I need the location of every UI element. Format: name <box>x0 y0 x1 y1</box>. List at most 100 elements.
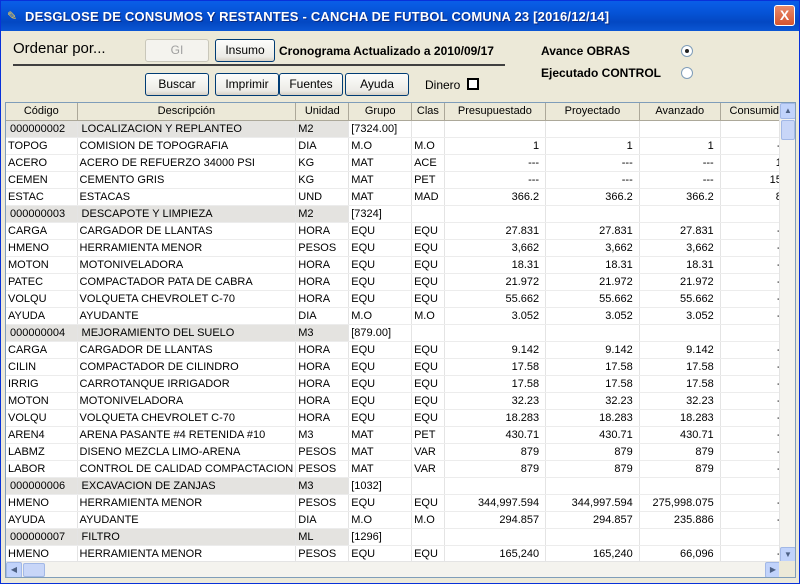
cell-proyectado: 3,662 <box>545 239 640 257</box>
cell-avanzado: 366.2 <box>639 188 721 206</box>
col-header-descripcion[interactable]: Descripción <box>77 103 297 121</box>
col-header-clas[interactable]: Clas <box>411 103 445 121</box>
cell-codigo: AREN4 <box>6 426 78 444</box>
avance-label: Avance OBRAS <box>541 44 630 58</box>
arrow-left-icon[interactable]: ◀ <box>6 562 22 577</box>
table-row[interactable]: ESTACESTACASUNDMATMAD366.2366.2366.280 <box>6 188 795 206</box>
cell-unidad: DIA <box>295 307 350 325</box>
group-row[interactable]: 000000007 FILTRO ML [1296] <box>6 528 795 546</box>
group-row[interactable]: 000000003 DESCAPOTE Y LIMPIEZA M2 [7324] <box>6 205 795 223</box>
ayuda-button[interactable]: Ayuda <box>345 73 409 96</box>
consumption-grid[interactable]: Código Descripción Unidad Grupo Clas Pre… <box>5 102 796 578</box>
col-header-unidad[interactable]: Unidad <box>295 103 350 121</box>
table-row[interactable]: MOTON MOTONIVELADORA HORA EQU EQU 18.31 18.31 1… <box>6 256 795 274</box>
cell-proyectado: --- <box>545 154 640 172</box>
arrow-up-icon[interactable]: ▲ <box>780 103 795 119</box>
cell-descripcion: COMPACTADOR DE CILINDRO <box>77 358 297 376</box>
imprimir-button[interactable]: Imprimir <box>215 73 279 96</box>
cell-proyectado: 344,997.594 <box>545 494 640 512</box>
cell-avanzado: 879 <box>639 460 721 478</box>
ejecutado-radio[interactable] <box>681 67 693 79</box>
cell-avanzado <box>639 205 721 223</box>
col-header-grupo[interactable]: Grupo <box>348 103 413 121</box>
col-header-presupuestado[interactable]: Presupuestado <box>444 103 547 121</box>
table-row[interactable]: CILIN COMPACTADOR DE CILINDRO HORA EQU EQU 17… <box>6 358 795 376</box>
group-row[interactable]: 000000004 MEJORAMIENTO DEL SUELO M3 [879.00… <box>6 324 795 342</box>
gi-button[interactable]: GI <box>145 39 209 62</box>
cell-unidad: M2 <box>295 205 350 223</box>
cell-descripcion: LOCALIZACION Y REPLANTEO <box>77 120 297 138</box>
table-row[interactable]: PATEC COMPACTADOR PATA DE CABRA HORA EQU EQU… <box>6 273 795 291</box>
insumo-button[interactable]: Insumo <box>215 39 275 62</box>
cell-codigo: MOTON <box>6 256 78 274</box>
table-row[interactable]: IRRIG CARROTANQUE IRRIGADOR HORA EQU EQU 17.5… <box>6 375 795 393</box>
cell-codigo: CARGA <box>6 341 78 359</box>
cell-clas <box>411 205 445 223</box>
cell-codigo: LABOR <box>6 460 78 478</box>
col-header-codigo[interactable]: Código <box>6 103 78 121</box>
table-row[interactable]: CEMENCEMENTO GRISKGMATPET---------150 <box>6 171 795 189</box>
col-header-proyectado[interactable]: Proyectado <box>545 103 640 121</box>
cell-unidad: PESOS <box>295 494 350 512</box>
table-row[interactable]: CARGA CARGADOR DE LLANTAS HORA EQU EQU 27.831… <box>6 222 795 240</box>
table-row[interactable]: MOTON MOTONIVELADORA HORA EQU EQU 32.23 32.23 3… <box>6 392 795 410</box>
cell-proyectado: 55.662 <box>545 290 640 308</box>
table-row[interactable]: HMENO HERRAMIENTA MENOR PESOS EQU EQU 3,662 3,… <box>6 239 795 257</box>
cell-presupuestado: 55.662 <box>444 290 547 308</box>
table-row[interactable]: HMENO HERRAMIENTA MENOR PESOS EQU EQU 344,997… <box>6 494 795 512</box>
cell-clas: EQU <box>411 375 445 393</box>
cell-grupo: M.O <box>348 307 413 325</box>
group-row[interactable]: 000000002 LOCALIZACION Y REPLANTEO M2 [7324… <box>6 120 795 138</box>
cell-codigo: 000000006 <box>6 477 78 495</box>
cell-grupo: [879.00] <box>348 324 413 342</box>
table-row[interactable]: VOLQU VOLQUETA CHEVROLET C-70 HORA EQU EQU 55… <box>6 290 795 308</box>
title-bar[interactable]: ✎ DESGLOSE DE CONSUMOS Y RESTANTES - CAN… <box>1 1 799 31</box>
cell-grupo: MAT <box>348 426 413 444</box>
cell-codigo: HMENO <box>6 494 78 512</box>
cell-descripcion: VOLQUETA CHEVROLET C-70 <box>77 290 297 308</box>
cell-descripcion: CARGADOR DE LLANTAS <box>77 222 297 240</box>
table-row[interactable]: VOLQU VOLQUETA CHEVROLET C-70 HORA EQU EQU 18… <box>6 409 795 427</box>
cell-proyectado: 294.857 <box>545 511 640 529</box>
cell-codigo: IRRIG <box>6 375 78 393</box>
vertical-scroll-thumb[interactable] <box>781 120 795 140</box>
avance-radio[interactable] <box>681 45 693 57</box>
cell-grupo: EQU <box>348 392 413 410</box>
close-button[interactable]: X <box>774 5 795 26</box>
cell-presupuestado: 879 <box>444 460 547 478</box>
cell-clas: EQU <box>411 290 445 308</box>
fuentes-button[interactable]: Fuentes <box>279 73 343 96</box>
cell-proyectado: 430.71 <box>545 426 640 444</box>
table-row[interactable]: CARGA CARGADOR DE LLANTAS HORA EQU EQU 9.142 9… <box>6 341 795 359</box>
cell-descripcion: MEJORAMIENTO DEL SUELO <box>77 324 297 342</box>
col-header-avanzado[interactable]: Avanzado <box>639 103 721 121</box>
cell-proyectado <box>545 324 640 342</box>
horizontal-scrollbar[interactable]: ◀ ▶ <box>6 561 781 577</box>
table-row[interactable]: ACERO ACERO DE REFUERZO 34000 PSI KG MAT ACE… <box>6 154 795 172</box>
table-row[interactable]: LABOR CONTROL DE CALIDAD COMPACTACION PESO… <box>6 460 795 478</box>
table-row[interactable]: AYUDA AYUDANTE DIA M.O M.O 294.857 294.857 235.… <box>6 511 795 529</box>
cell-unidad: KG <box>295 154 350 172</box>
table-row[interactable]: AYUDAAYUDANTEDIAM.OM.O3.0523.0523.052--- <box>6 307 795 325</box>
cell-grupo: [7324] <box>348 205 413 223</box>
table-row[interactable]: TOPOGCOMISION DE TOPOGRAFIADIAM.OM.O111-… <box>6 137 795 155</box>
group-row[interactable]: 000000006 EXCAVACION DE ZANJAS M3 [1032] <box>6 477 795 495</box>
horizontal-scroll-thumb[interactable] <box>23 563 45 577</box>
dinero-checkbox[interactable] <box>467 78 479 90</box>
cell-avanzado: 3,662 <box>639 239 721 257</box>
sort-divider <box>13 64 505 66</box>
table-row[interactable]: HMENO HERRAMIENTA MENOR PESOS EQU EQU 165,240… <box>6 545 795 563</box>
cell-presupuestado: 18.283 <box>444 409 547 427</box>
table-row[interactable]: AREN4 ARENA PASANTE #4 RETENIDA #10 M3 MAT P… <box>6 426 795 444</box>
cell-proyectado: 1 <box>545 137 640 155</box>
buscar-button[interactable]: Buscar <box>145 73 209 96</box>
cell-presupuestado: 3.052 <box>444 307 547 325</box>
cell-proyectado <box>545 528 640 546</box>
cell-clas <box>411 120 445 138</box>
table-row[interactable]: LABMZ DISENO MEZCLA LIMO-ARENA PESOS MAT VAR… <box>6 443 795 461</box>
cell-unidad: HORA <box>295 222 350 240</box>
cell-descripcion: COMPACTADOR PATA DE CABRA <box>77 273 297 291</box>
cell-descripcion: MOTONIVELADORA <box>77 392 297 410</box>
vertical-scrollbar[interactable]: ▲ ▼ <box>779 103 795 563</box>
cell-presupuestado: 3,662 <box>444 239 547 257</box>
